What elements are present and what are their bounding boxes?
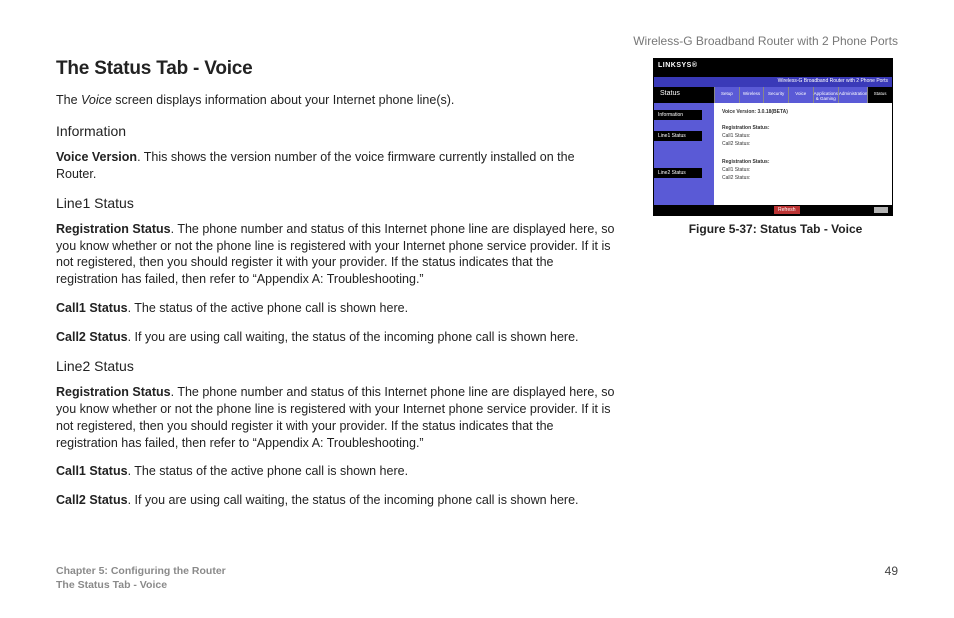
ss-call2-1: Call2 Status:	[722, 141, 892, 147]
call2-status-text-2: . If you are using call waiting, the sta…	[128, 493, 579, 507]
page-footer: Chapter 5: Configuring the Router The St…	[56, 564, 898, 592]
page-title: The Status Tab - Voice	[56, 58, 616, 80]
ss-reg-status-1: Registration Status:	[722, 125, 892, 131]
para-line1-call2: Call2 Status. If you are using call wait…	[56, 329, 616, 346]
ss-titlebar: Wireless-G Broadband Router with 2 Phone…	[654, 77, 892, 87]
call1-status-text-2: . The status of the active phone call is…	[128, 464, 409, 478]
call1-status-text: . The status of the active phone call is…	[128, 301, 409, 315]
figure-sidebar: LINKSYS® Wireless-G Broadband Router wit…	[653, 58, 898, 236]
ss-refresh-button: Refresh	[774, 206, 800, 214]
footer-section: The Status Tab - Voice	[56, 578, 898, 592]
ss-brand: LINKSYS®	[654, 59, 892, 77]
intro-pre: The	[56, 93, 81, 107]
ss-tab: Security	[763, 87, 788, 103]
para-line2-registration: Registration Status. The phone number an…	[56, 384, 616, 452]
heading-line2-status: Line2 Status	[56, 358, 616, 374]
ss-reg-status-2: Registration Status:	[722, 159, 892, 165]
intro-paragraph: The Voice screen displays information ab…	[56, 92, 616, 109]
ss-call2-2: Call2 Status:	[722, 175, 892, 181]
ss-tabs: Setup Wireless Security Voice Applicatio…	[714, 87, 892, 103]
page-number: 49	[885, 564, 898, 578]
ss-content-panel: Voice Version: 3.0.18(BETA) Registration…	[714, 103, 892, 205]
ss-header-row: Status Setup Wireless Security Voice App…	[654, 87, 892, 103]
para-voice-version: Voice Version. This shows the version nu…	[56, 149, 616, 183]
para-line2-call1: Call1 Status. The status of the active p…	[56, 463, 616, 480]
ss-left-label: Line2 Status	[654, 168, 702, 178]
heading-information: Information	[56, 123, 616, 139]
ss-tab: Wireless	[739, 87, 764, 103]
call2-status-label-2: Call2 Status	[56, 493, 128, 507]
call2-status-label: Call2 Status	[56, 330, 128, 344]
ss-voice-version: Voice Version: 3.0.18(BETA)	[722, 109, 892, 115]
ss-bottom-bar: Refresh	[654, 205, 892, 215]
figure-caption: Figure 5-37: Status Tab - Voice	[653, 222, 898, 236]
router-admin-screenshot: LINKSYS® Wireless-G Broadband Router wit…	[653, 58, 893, 216]
ss-left-label: Information	[654, 110, 702, 120]
ss-tab: Setup	[714, 87, 739, 103]
ss-call1-2: Call1 Status:	[722, 167, 892, 173]
voice-version-label: Voice Version	[56, 150, 137, 164]
para-line1-registration: Registration Status. The phone number an…	[56, 221, 616, 289]
call1-status-label: Call1 Status	[56, 301, 128, 315]
cisco-logo-icon	[874, 207, 888, 213]
para-line2-call2: Call2 Status. If you are using call wait…	[56, 492, 616, 509]
ss-tab: Administration	[838, 87, 868, 103]
ss-left-label: Line1 Status	[654, 131, 702, 141]
intro-post: screen displays information about your I…	[112, 93, 455, 107]
call2-status-text: . If you are using call waiting, the sta…	[128, 330, 579, 344]
ss-tab-active: Status	[867, 87, 892, 103]
para-line1-call1: Call1 Status. The status of the active p…	[56, 300, 616, 317]
header-product-name: Wireless-G Broadband Router with 2 Phone…	[633, 34, 898, 48]
ss-tab: Voice	[788, 87, 813, 103]
footer-chapter: Chapter 5: Configuring the Router	[56, 564, 898, 578]
call1-status-label-2: Call1 Status	[56, 464, 128, 478]
ss-call1-1: Call1 Status:	[722, 133, 892, 139]
registration-status-label: Registration Status	[56, 222, 171, 236]
heading-line1-status: Line1 Status	[56, 195, 616, 211]
registration-status-label-2: Registration Status	[56, 385, 171, 399]
main-content: The Status Tab - Voice The Voice screen …	[56, 58, 616, 509]
ss-left-column: Information Line1 Status Line2 Status	[654, 103, 714, 205]
intro-italic: Voice	[81, 93, 112, 107]
ss-status-label: Status	[654, 87, 714, 103]
ss-tab: Applications & Gaming	[813, 87, 838, 103]
